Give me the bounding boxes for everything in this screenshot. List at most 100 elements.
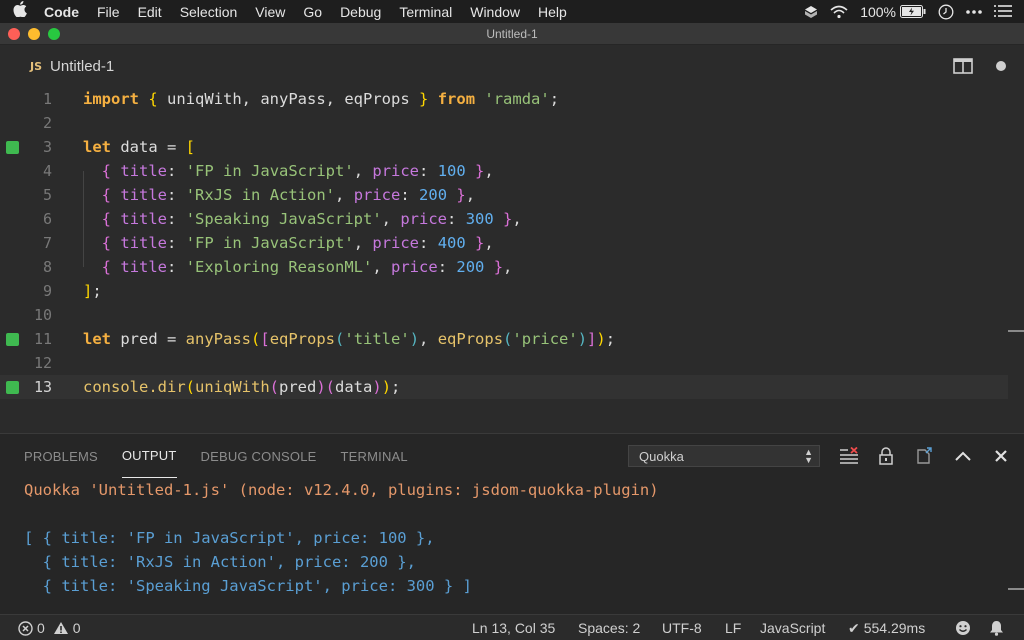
code-text: { title: 'FP in JavaScript', price: 400 … — [101, 234, 494, 252]
bottom-panel: PROBLEMS OUTPUT DEBUG CONSOLE TERMINAL Q… — [0, 433, 1024, 614]
tab-debug-console[interactable]: DEBUG CONSOLE — [201, 434, 317, 478]
macos-menu-bar: Code File Edit Selection View Go Debug T… — [0, 0, 1024, 23]
dropbox-icon[interactable] — [804, 5, 818, 19]
identifier: data — [335, 378, 373, 396]
code-line-1[interactable]: 1 import { uniqWith, anyPass, eqProps } … — [0, 87, 1008, 111]
quokka-timing[interactable]: ✔ 554.29ms — [848, 615, 925, 640]
open-log-file-icon[interactable] — [913, 445, 935, 467]
menu-selection[interactable]: Selection — [171, 4, 247, 20]
menu-view[interactable]: View — [246, 4, 294, 20]
code-text: { title: 'Exploring ReasonML', price: 20… — [101, 258, 513, 276]
code-line-8[interactable]: 8 { title: 'Exploring ReasonML', price: … — [0, 255, 1008, 279]
keyword: let — [83, 138, 111, 156]
code-line-11[interactable]: 11 let pred = anyPass([eqProps('title'),… — [0, 327, 1008, 351]
language-mode[interactable]: JavaScript — [760, 615, 825, 640]
notifications-bell-icon[interactable] — [989, 615, 1004, 640]
panel-scrollbar-marker[interactable] — [1008, 588, 1024, 590]
output-content[interactable]: Quokka 'Untitled-1.js' (node: v12.4.0, p… — [24, 478, 659, 598]
end-of-line[interactable]: LF — [725, 615, 741, 640]
property: price — [372, 234, 420, 252]
function-name: eqProps — [269, 330, 336, 348]
code-line-9[interactable]: 9 ]; — [0, 279, 1008, 303]
error-icon — [18, 620, 33, 636]
checkmark-icon: ✔ — [848, 619, 860, 636]
output-line: [ { title: 'FP in JavaScript', price: 10… — [24, 529, 435, 547]
lock-scroll-icon[interactable] — [875, 445, 897, 467]
apple-icon[interactable] — [0, 1, 40, 22]
wifi-icon[interactable] — [830, 5, 848, 19]
maximize-panel-icon[interactable] — [952, 445, 974, 467]
keyword: import — [83, 90, 139, 108]
string-literal: 'RxJS in Action' — [185, 186, 336, 204]
keyword: from — [437, 90, 476, 108]
code-line-5[interactable]: 5 { title: 'RxJS in Action', price: 200 … — [0, 183, 1008, 207]
property: price — [353, 186, 401, 204]
tab-label: Untitled-1 — [50, 57, 115, 75]
git-added-marker — [6, 380, 19, 394]
output-channel-value: Quokka — [639, 448, 684, 464]
code-editor[interactable]: 1 import { uniqWith, anyPass, eqProps } … — [0, 87, 1024, 433]
cursor-position[interactable]: Ln 13, Col 35 — [472, 615, 555, 640]
window-title: Untitled-1 — [486, 26, 538, 41]
line-number: 11 — [33, 330, 52, 348]
output-line: Quokka 'Untitled-1.js' (node: v12.4.0, p… — [24, 481, 659, 499]
menu-app-name[interactable]: Code — [40, 4, 88, 20]
line-number: 9 — [42, 282, 52, 300]
clear-output-icon[interactable] — [838, 445, 860, 467]
string-literal: 'title' — [344, 330, 410, 348]
function-name: eqProps — [437, 330, 504, 348]
function-name: console.dir — [83, 378, 186, 396]
git-added-marker — [6, 140, 19, 154]
editor-tab-untitled-1[interactable]: JS Untitled-1 — [0, 45, 150, 87]
battery-status[interactable]: 100% — [860, 4, 926, 20]
close-panel-icon[interactable] — [990, 445, 1012, 467]
output-channel-select[interactable]: Quokka ▲ ▼ — [628, 445, 820, 467]
window-maximize-button[interactable] — [48, 28, 60, 40]
number-literal: 300 — [465, 210, 494, 228]
code-line-4[interactable]: 4 { title: 'FP in JavaScript', price: 10… — [0, 159, 1008, 183]
git-added-marker — [6, 332, 19, 346]
output-line: { title: 'Speaking JavaScript', price: 3… — [24, 577, 472, 595]
feedback-smiley-icon[interactable] — [955, 615, 971, 640]
window-close-button[interactable] — [8, 28, 20, 40]
error-count: 0 — [37, 620, 45, 636]
property: title — [120, 234, 168, 252]
menu-debug[interactable]: Debug — [331, 4, 390, 20]
clock-icon[interactable] — [938, 4, 954, 20]
code-line-13[interactable]: 13 console.dir(uniqWith(pred)(data)); — [0, 375, 1008, 399]
tab-terminal[interactable]: TERMINAL — [341, 434, 408, 478]
code-line-10[interactable]: 10 — [0, 303, 1008, 327]
unsaved-changes-dot[interactable] — [996, 61, 1006, 71]
code-line-2[interactable]: 2 — [0, 111, 1008, 135]
notification-center-icon[interactable] — [994, 5, 1012, 18]
property: price — [391, 258, 438, 276]
line-number: 4 — [42, 162, 52, 180]
editor-scrollbar-marker[interactable] — [1008, 330, 1024, 332]
indentation-setting[interactable]: Spaces: 2 — [578, 615, 640, 640]
file-encoding[interactable]: UTF-8 — [662, 615, 702, 640]
status-bar: 0 0 Ln 13, Col 35 Spaces: 2 UTF-8 LF Jav… — [0, 614, 1024, 640]
more-icon[interactable] — [966, 9, 982, 14]
code-line-7[interactable]: 7 { title: 'FP in JavaScript', price: 40… — [0, 231, 1008, 255]
string-literal: 'FP in JavaScript' — [185, 162, 354, 180]
problems-summary[interactable]: 0 0 — [18, 615, 81, 640]
menu-terminal[interactable]: Terminal — [390, 4, 461, 20]
code-line-6[interactable]: 6 { title: 'Speaking JavaScript', price:… — [0, 207, 1008, 231]
code-text: { title: 'Speaking JavaScript', price: 3… — [101, 210, 522, 228]
code-line-12[interactable]: 12 — [0, 351, 1008, 375]
tab-output[interactable]: OUTPUT — [121, 434, 177, 478]
menu-help[interactable]: Help — [529, 4, 576, 20]
menu-file[interactable]: File — [88, 4, 129, 20]
menu-window[interactable]: Window — [461, 4, 529, 20]
split-editor-icon[interactable] — [953, 58, 973, 74]
menu-go[interactable]: Go — [294, 4, 331, 20]
property: price — [372, 162, 420, 180]
function-name: anyPass — [185, 330, 251, 348]
property: title — [120, 186, 168, 204]
tab-problems[interactable]: PROBLEMS — [24, 434, 98, 478]
code-line-3[interactable]: 3 let data = [ — [0, 135, 1008, 159]
window-minimize-button[interactable] — [28, 28, 40, 40]
menu-edit[interactable]: Edit — [129, 4, 171, 20]
function-name: uniqWith — [195, 378, 270, 396]
